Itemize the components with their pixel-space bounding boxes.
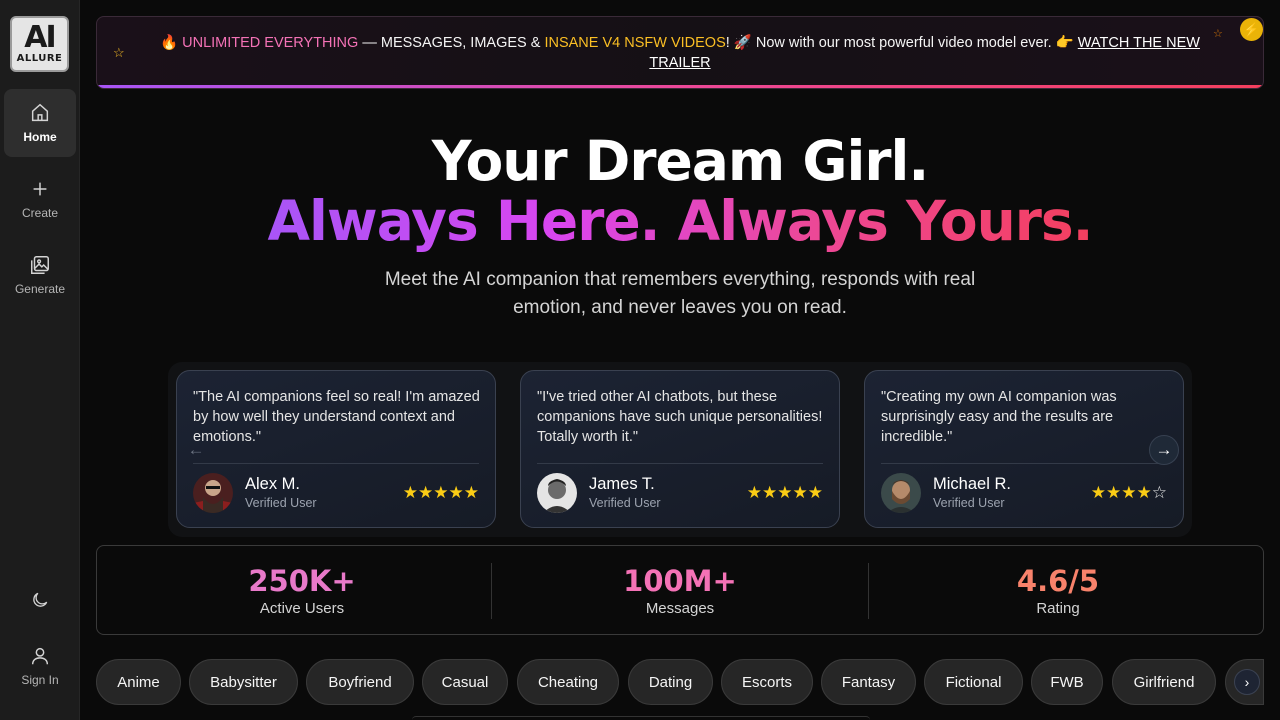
category-chip[interactable]: Anime [96,659,181,705]
stat-value: 250K+ [248,564,356,598]
app-logo[interactable]: AI ALLURE [10,16,69,72]
arrow-left-icon: ← [187,440,205,459]
category-chip[interactable]: Casual [422,659,508,705]
stat-label: Rating [1036,600,1080,617]
testimonial-name: Michael R. [933,475,1011,493]
category-chip[interactable]: Girlfriend [1112,659,1216,705]
categories-next-button[interactable]: › [1234,669,1260,695]
banner-text-part: ! 🚀 Now with our most powerful video mod… [725,35,1078,51]
carousel-next-button[interactable]: → [1149,435,1179,465]
image-gallery-icon [31,256,49,274]
arrow-right-icon: → [1155,440,1173,459]
stat-label: Messages [645,600,715,617]
sparkle-icon: ☆ [113,45,125,60]
testimonial-card: "The AI companions feel so real! I'm ama… [176,370,496,528]
sidebar-item-label: Generate [14,282,66,296]
divider [193,463,479,464]
hero-tagline: Always Here. Always Yours. [80,186,1280,256]
category-chip[interactable]: Fictional [924,659,1023,705]
sidebar: AI ALLURE Home Create Generate Sign In [0,0,80,720]
sidebar-item-create[interactable]: Create [4,165,76,233]
stats-panel: 250K+ Active Users 100M+ Messages 4.6/5 … [96,545,1264,635]
stat-messages: 100M+ Messages [491,562,869,618]
testimonial-role: Verified User [245,496,317,510]
banner-highlight-unlimited: UNLIMITED EVERYTHING [182,35,359,51]
sign-in-button[interactable]: Sign In [4,636,76,696]
stat-active-users: 250K+ Active Users [113,562,491,618]
sidebar-item-label: Create [21,206,59,220]
carousel-prev-button[interactable]: ← [181,435,211,465]
stat-value: 100M+ [623,564,737,598]
category-chip[interactable]: Fantasy [821,659,916,705]
banner-highlight-videos: INSANE V4 NSFW VIDEOS [544,35,726,51]
testimonial-quote: "The AI companions feel so real! I'm ama… [193,389,480,445]
testimonials-carousel: "The AI companions feel so real! I'm ama… [168,362,1192,537]
section-edge [412,716,870,720]
fire-emoji: 🔥 [160,35,179,51]
theme-toggle-button[interactable] [24,586,56,614]
lightning-icon[interactable]: ⚡ [1240,18,1263,41]
testimonial-quote: "I've tried other AI chatbots, but these… [537,389,823,445]
logo-mark: AI [24,20,56,55]
logo-text: ALLURE [16,53,63,64]
stat-value: 4.6/5 [1016,564,1100,598]
testimonial-quote: "Creating my own AI companion was surpri… [881,389,1117,445]
hero-tagline-text: Always Here. Always Yours. [267,189,1093,253]
testimonial-card: "Creating my own AI companion was surpri… [864,370,1184,528]
banner-text-part: — MESSAGES, IMAGES & [358,35,545,51]
testimonial-name: James T. [589,475,655,493]
star-rating: ★★★★☆ [1090,483,1167,502]
star-rating: ★★★★★ [746,483,823,502]
testimonial-name: Alex M. [245,475,301,493]
moon-icon [33,592,48,607]
divider [881,463,1167,464]
user-icon [31,647,49,665]
testimonial-role: Verified User [589,496,661,510]
category-chip[interactable]: Cheating [517,659,619,705]
category-chip[interactable]: FWB [1031,659,1103,705]
divider [537,463,823,464]
banner-text: 🔥 UNLIMITED EVERYTHING — MESSAGES, IMAGE… [137,33,1223,73]
announcement-banner: ☆ ☆ 🔥 UNLIMITED EVERYTHING — MESSAGES, I… [96,16,1264,89]
stat-label: Active Users [259,600,345,617]
avatar [881,473,921,513]
plus-icon [33,182,47,196]
sidebar-item-label: Home [23,130,57,144]
category-chip[interactable]: Babysitter [189,659,298,705]
sidebar-item-generate[interactable]: Generate [4,241,76,309]
chevron-right-icon: › [1244,674,1250,690]
testimonial-role: Verified User [933,496,1005,510]
category-chip[interactable]: Boyfriend [306,659,414,705]
avatar [537,473,577,513]
stat-rating: 4.6/5 Rating [869,562,1247,618]
home-icon [31,103,49,122]
sign-in-label: Sign In [21,673,59,687]
avatar [193,473,233,513]
hero-subtitle: Meet the AI companion that remembers eve… [384,269,976,318]
sidebar-item-home[interactable]: Home [4,89,76,157]
category-chips: Anime Babysitter Boyfriend Casual Cheati… [96,659,1264,705]
testimonial-card: "I've tried other AI chatbots, but these… [520,370,840,528]
category-chip[interactable]: Dating [628,659,713,705]
star-rating: ★★★★★ [402,483,479,502]
category-chip[interactable]: Escorts [721,659,813,705]
